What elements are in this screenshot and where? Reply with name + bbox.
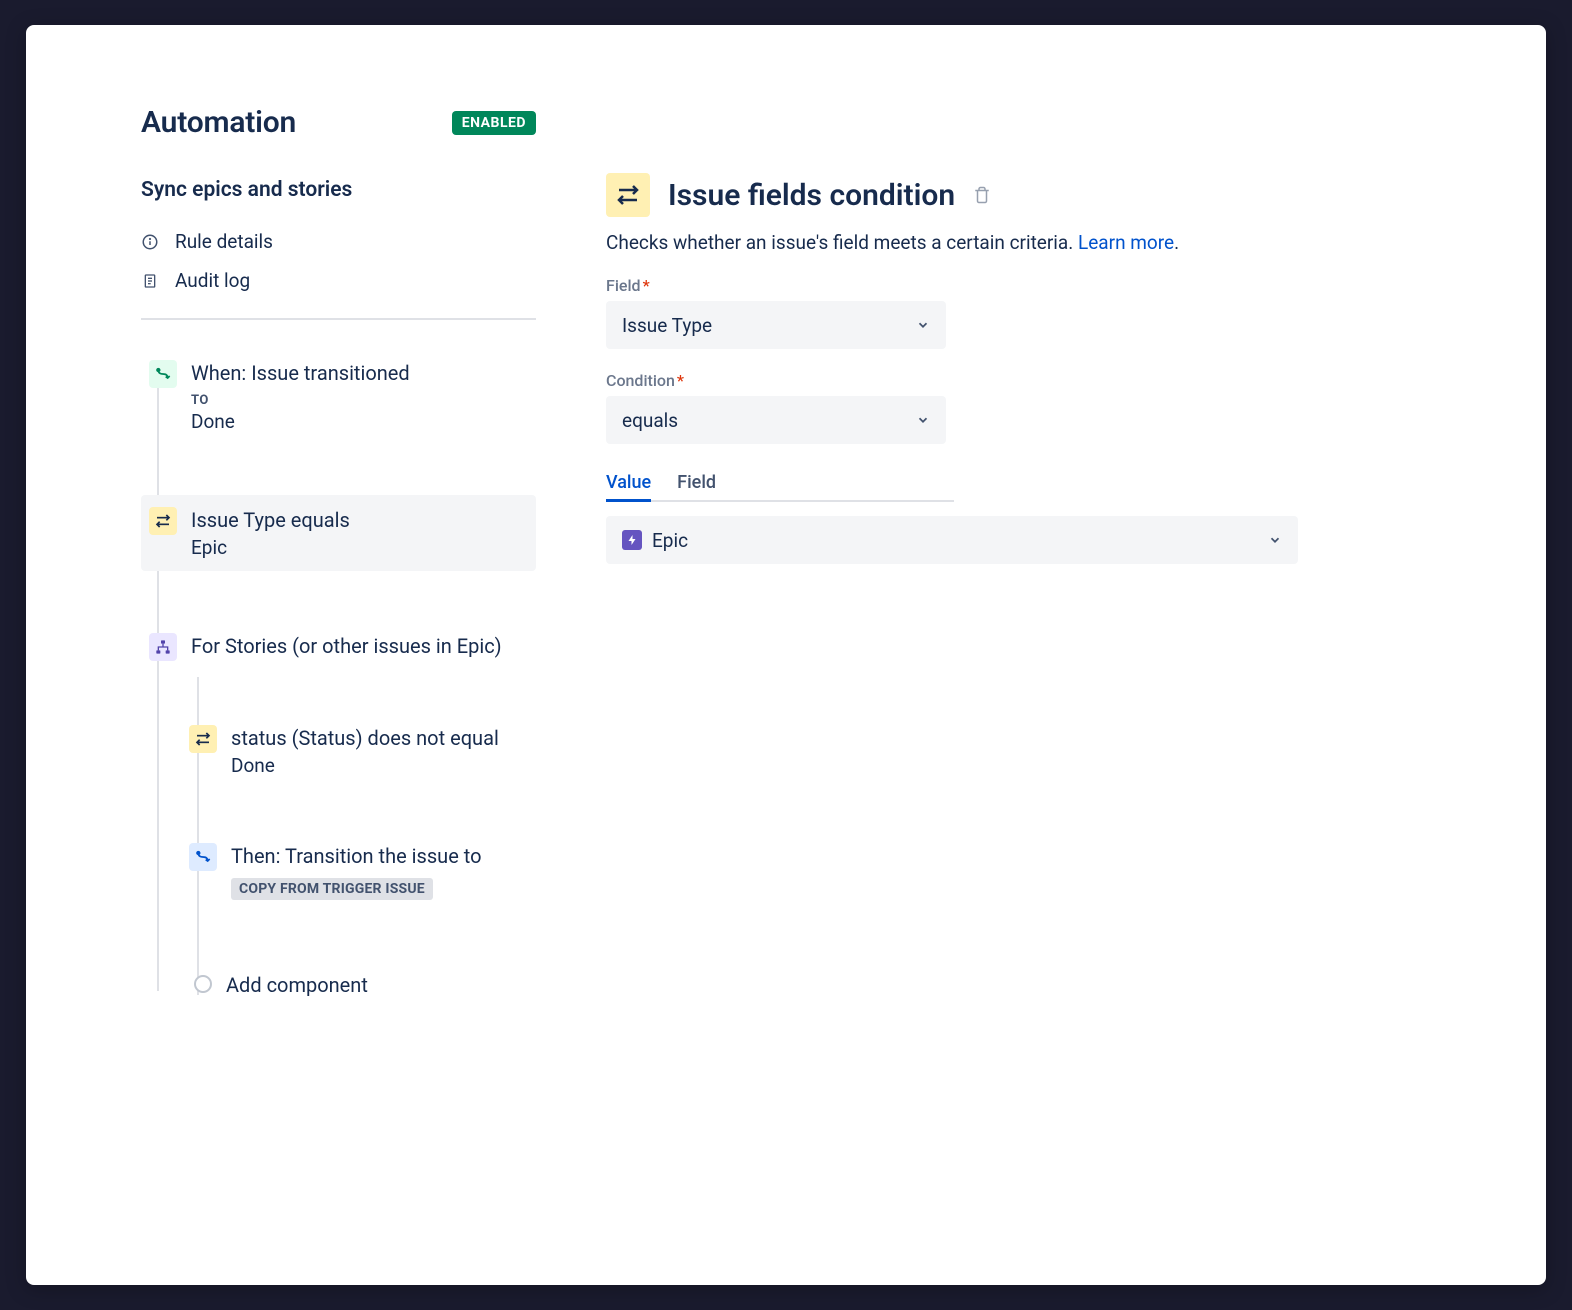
learn-more-link[interactable]: Learn more [1078,231,1174,254]
field-label: Field* [606,276,1486,295]
nested-condition-title: status (Status) does not equal [231,725,528,752]
detail-icon [606,173,650,217]
chevron-down-icon [916,318,930,332]
delete-button[interactable] [973,185,991,205]
condition-value: equals [622,409,678,432]
status-badge: ENABLED [452,111,536,135]
branch-title: For Stories (or other issues in Epic) [191,633,528,660]
tab-value[interactable]: Value [606,466,651,502]
audit-log-link[interactable]: Audit log [141,261,536,300]
info-icon [141,233,159,251]
condition-label: Condition* [606,371,1486,390]
value-selected: Epic [652,529,688,552]
trigger-sub: Done [191,410,528,433]
field-value: Issue Type [622,314,712,337]
epic-type-icon [622,530,642,550]
detail-title: Issue fields condition [668,178,955,213]
detail-description: Checks whether an issue's field meets a … [606,231,1486,254]
branch-step[interactable]: For Stories (or other issues in Epic) [141,621,536,673]
rule-details-link[interactable]: Rule details [141,222,536,261]
audit-log-label: Audit log [175,269,250,292]
nested-condition-sub: Done [231,754,528,777]
add-icon [194,975,212,993]
log-icon [141,272,159,290]
condition-title: Issue Type equals [191,507,528,534]
nested-condition-step[interactable]: status (Status) does not equal Done [181,713,536,789]
trigger-icon [149,360,177,388]
action-icon [189,843,217,871]
trigger-step[interactable]: When: Issue transitioned TO Done [141,348,536,445]
condition-sub: Epic [191,536,528,559]
trigger-sublabel: TO [191,393,528,408]
tab-field[interactable]: Field [677,466,716,502]
value-select[interactable]: Epic [606,516,1298,564]
page-title: Automation [141,105,296,140]
rule-details-label: Rule details [175,230,273,253]
action-title: Then: Transition the issue to [231,843,528,870]
chevron-down-icon [1268,533,1282,547]
action-lozenge: COPY FROM TRIGGER ISSUE [231,878,433,900]
condition-step[interactable]: Issue Type equals Epic [141,495,536,571]
field-select[interactable]: Issue Type [606,301,946,349]
branch-icon [149,633,177,661]
divider [141,318,536,320]
add-label: Add component [226,972,528,999]
add-component[interactable]: Add component [181,960,536,1011]
chevron-down-icon [916,413,930,427]
trigger-title: When: Issue transitioned [191,360,528,387]
condition-select[interactable]: equals [606,396,946,444]
rule-name: Sync epics and stories [141,178,536,202]
condition-icon [149,507,177,535]
action-step[interactable]: Then: Transition the issue to COPY FROM … [181,831,536,912]
nested-condition-icon [189,725,217,753]
